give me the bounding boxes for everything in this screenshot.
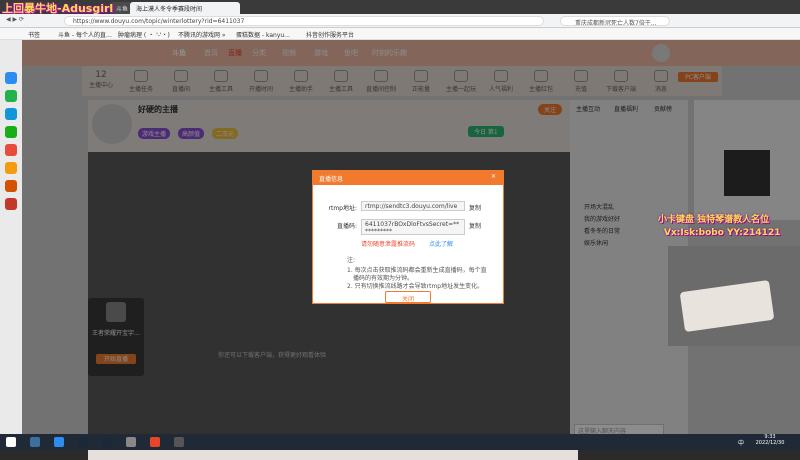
app-icon[interactable]: [5, 90, 17, 102]
url-field[interactable]: https://www.douyu.com/topic/winterlotter…: [64, 16, 544, 26]
note-2: 2. 只有切换推流线路才会导致rtmp地址发生变化。: [347, 283, 484, 290]
app-icon[interactable]: [5, 72, 17, 84]
bookmark-item[interactable]: 抖音创作服务平台: [306, 30, 354, 39]
bookmark-item[interactable]: 不腾讯的游戏网 »: [178, 30, 226, 39]
input-language[interactable]: 中: [738, 438, 744, 447]
bookmark-item[interactable]: 肿瘤病理 ( ・ '-'・): [118, 30, 170, 39]
douyu-page: 斗鱼 首页 直播 分类 视频 游戏 鱼吧 时刻的乐趣 12 主播中心 主播任务 直…: [22, 40, 800, 460]
app-icon[interactable]: [5, 198, 17, 210]
bookmark-item[interactable]: 斗鱼 - 每个人的直…: [58, 30, 112, 39]
code-field[interactable]: 6411037rBOxDloFtvsSecret=***********: [361, 219, 465, 235]
learn-more-link[interactable]: 点此了解: [429, 239, 453, 248]
browser-search-field[interactable]: 重庆成都新冠死亡人数7倍于...: [560, 16, 670, 26]
taskbar-clock[interactable]: 9:33 2022/12/30: [748, 434, 792, 446]
browser-tab-active[interactable]: 海上漠人冬令季赛段时间: [130, 2, 240, 14]
app-icon[interactable]: [5, 108, 17, 120]
close-icon[interactable]: ✕: [491, 173, 496, 180]
keyboard-image: [679, 279, 775, 333]
copy-rtmp-button[interactable]: 复制: [469, 203, 481, 212]
webcam-feed: [668, 246, 800, 346]
close-button[interactable]: 关闭: [385, 291, 431, 303]
notes-title: 注:: [347, 257, 356, 264]
live-info-dialog: 直播信息 ✕ rtmp地址: rtmp://sendtc3.douyu.com/…: [312, 170, 504, 304]
clock-date: 2022/12/30: [755, 440, 785, 446]
back-icon[interactable]: ◀ ▶ ⟳: [6, 16, 24, 23]
rtmp-label: rtmp地址:: [328, 205, 358, 212]
taskbar-app-icon[interactable]: [54, 437, 64, 447]
taskbar-app-icon[interactable]: [30, 437, 40, 447]
copy-code-button[interactable]: 复制: [469, 221, 481, 230]
stream-overlay-contact: Vx:Isk:bobo YY:214121: [664, 228, 781, 238]
bookmark-item[interactable]: 书签: [28, 30, 40, 39]
start-icon[interactable]: [6, 437, 16, 447]
app-icon[interactable]: [5, 144, 17, 156]
taskbar-app-icon[interactable]: [150, 437, 160, 447]
leak-warning: 请勿随意泄露推流码: [361, 241, 416, 248]
stream-overlay-text: 小卡键盘 独特琴谱教人名位: [658, 215, 770, 225]
app-icon[interactable]: [5, 162, 17, 174]
browser-tab-strip: 斗鱼 - 每个人的直播平台 海上漠人冬令季赛段时间: [0, 0, 800, 14]
code-label: 直播码:: [336, 223, 357, 230]
bookmark-item[interactable]: 蛋糕数据 - kanyu...: [236, 30, 290, 39]
bookmarks-bar: 书签 斗鱼 - 每个人的直… 肿瘤病理 ( ・ '-'・) 不腾讯的游戏网 » …: [0, 28, 800, 40]
app-icon[interactable]: [5, 180, 17, 192]
dialog-title: 直播信息: [319, 176, 344, 183]
taskbar-app-icon[interactable]: [126, 437, 136, 447]
address-bar-row: ◀ ▶ ⟳ https://www.douyu.com/topic/winter…: [0, 14, 800, 28]
app-icon[interactable]: [5, 126, 17, 138]
taskbar-app-icon[interactable]: [78, 437, 88, 447]
side-app-rail: [0, 40, 22, 438]
rtmp-field[interactable]: rtmp://sendtc3.douyu.com/live: [361, 201, 465, 211]
taskbar-app-icon[interactable]: [174, 437, 184, 447]
dialog-header: 直播信息 ✕: [313, 171, 503, 185]
taskbar: [0, 434, 800, 450]
taskbar-app-icon[interactable]: [102, 437, 112, 447]
